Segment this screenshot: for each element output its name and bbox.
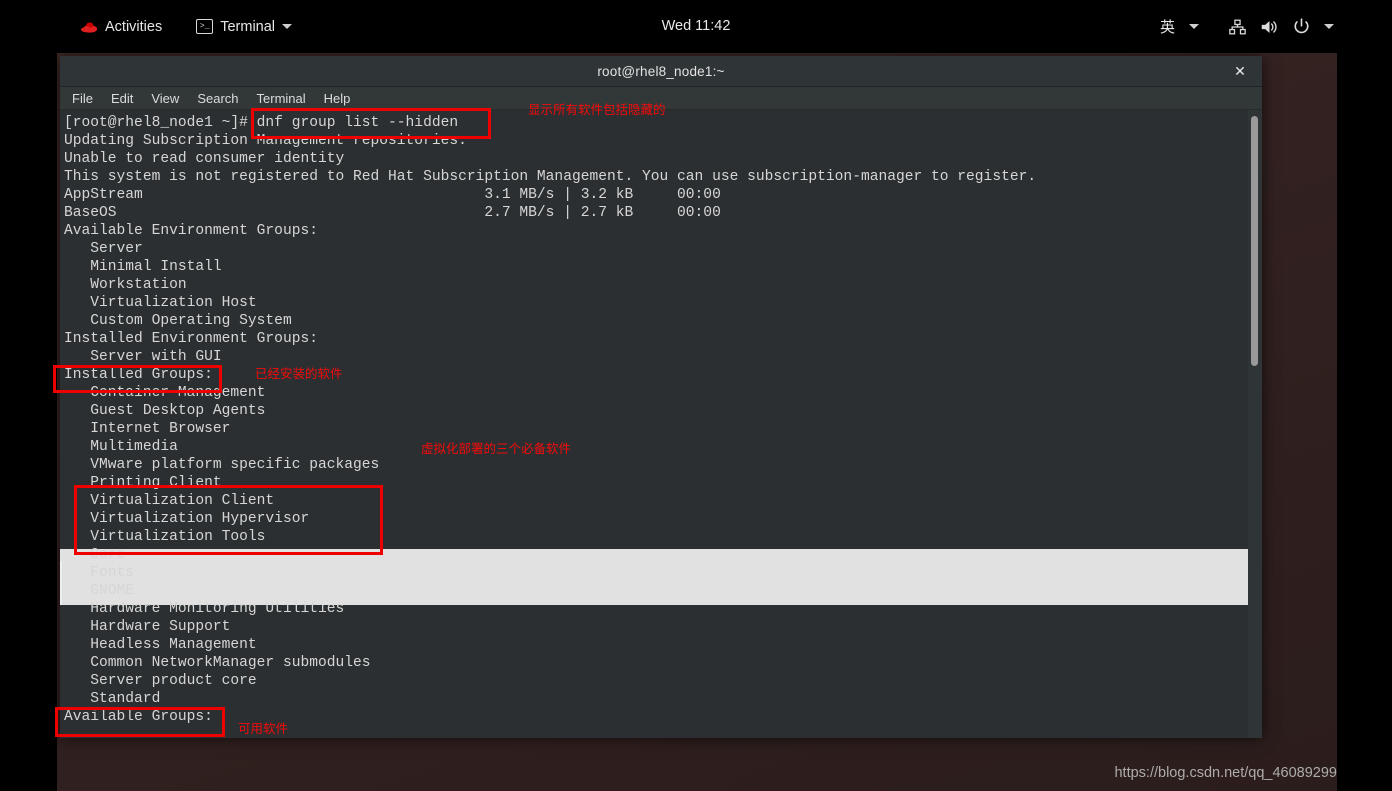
terminal-icon: >_ — [196, 19, 214, 34]
menu-search[interactable]: Search — [197, 91, 238, 106]
watermark: https://blog.csdn.net/qq_46089299 — [1114, 765, 1337, 781]
window-title: root@rhel8_node1:~ — [597, 63, 725, 79]
terminal-line: Server with GUI — [64, 349, 222, 365]
menu-view[interactable]: View — [151, 91, 179, 106]
annotation-note-command: 显示所有软件包括隐藏的 — [528, 102, 666, 117]
terminal-line: VMware platform specific packages — [64, 457, 380, 473]
terminal-scrollbar[interactable] — [1248, 110, 1262, 738]
redhat-logo-icon — [80, 20, 98, 34]
terminal-line: AppStream 3.1 MB/s | 3.2 kB 00:00 — [64, 187, 721, 203]
network-icon[interactable] — [1229, 19, 1246, 35]
app-menu-terminal[interactable]: >_ Terminal — [188, 16, 300, 38]
input-method-indicator[interactable]: 英 — [1160, 16, 1175, 37]
terminal-line: GNOME — [64, 583, 135, 599]
annotation-note-virtualization: 虚拟化部署的三个必备软件 — [421, 441, 572, 456]
terminal-line: Virtualization Host — [64, 295, 257, 311]
menu-terminal[interactable]: Terminal — [257, 91, 306, 106]
annotation-note-available: 可用软件 — [238, 721, 289, 736]
power-icon[interactable] — [1293, 18, 1310, 35]
terminal-line: Fonts — [64, 565, 135, 581]
terminal-line: Server product core — [64, 673, 257, 689]
terminal-line: Virtualization Hypervisor — [64, 511, 310, 527]
terminal-window: root@rhel8_node1:~ ✕ File Edit View Sear… — [60, 56, 1262, 738]
screen-left-letterbox — [0, 0, 57, 791]
gnome-top-bar: Activities >_ Terminal Wed 11:42 英 — [0, 0, 1392, 53]
terminal-line: BaseOS 2.7 MB/s | 2.7 kB 00:00 — [64, 205, 721, 221]
terminal-line: Hardware Support — [64, 619, 231, 635]
terminal-text: [root@rhel8_node1 ~]# dnf group list --h… — [60, 110, 1248, 738]
terminal-line: Guest Desktop Agents — [64, 403, 266, 419]
terminal-line: Minimal Install — [64, 259, 222, 275]
terminal-line: Virtualization Client — [64, 493, 275, 509]
window-titlebar[interactable]: root@rhel8_node1:~ ✕ — [60, 56, 1262, 87]
chevron-down-icon — [282, 24, 293, 29]
terminal-line: Multimedia — [64, 439, 178, 455]
terminal-line: Installed Groups: — [64, 367, 213, 383]
activities-label: Activities — [105, 18, 163, 35]
terminal-line: Unable to read consumer identity — [64, 151, 345, 167]
screen-right-letterbox — [1337, 0, 1392, 791]
terminal-line: Printing Client — [64, 475, 222, 491]
chevron-down-icon[interactable] — [1324, 24, 1334, 29]
terminal-line: Installed Environment Groups: — [64, 331, 318, 347]
terminal-line: Available Environment Groups: — [64, 223, 318, 239]
terminal-line: Headless Management — [64, 637, 257, 653]
terminal-output-area[interactable]: [root@rhel8_node1 ~]# dnf group list --h… — [60, 110, 1262, 738]
system-status-area[interactable]: 英 — [1160, 0, 1334, 53]
terminal-line: Server — [64, 241, 143, 257]
terminal-line: Core — [64, 547, 126, 563]
chevron-down-icon[interactable] — [1189, 24, 1199, 29]
close-icon[interactable]: ✕ — [1226, 56, 1254, 86]
menu-file[interactable]: File — [72, 91, 93, 106]
annotation-note-installed: 已经安装的软件 — [255, 366, 343, 381]
app-menu-label: Terminal — [220, 18, 276, 35]
terminal-line: Workstation — [64, 277, 187, 293]
terminal-line: Standard — [64, 691, 161, 707]
menu-edit[interactable]: Edit — [111, 91, 133, 106]
terminal-line: Internet Browser — [64, 421, 231, 437]
scrollbar-thumb[interactable] — [1251, 116, 1258, 366]
volume-icon[interactable] — [1260, 19, 1279, 35]
terminal-line: Hardware Monitoring Utilities — [64, 601, 345, 617]
activities-button[interactable]: Activities — [72, 16, 170, 38]
desktop: Activities >_ Terminal Wed 11:42 英 root@… — [0, 0, 1392, 791]
terminal-line: Container Management — [64, 385, 266, 401]
clock[interactable]: Wed 11:42 — [616, 18, 776, 34]
terminal-line: Custom Operating System — [64, 313, 292, 329]
terminal-line: Updating Subscription Management reposit… — [64, 133, 467, 149]
terminal-line: Common NetworkManager submodules — [64, 655, 371, 671]
menu-help[interactable]: Help — [324, 91, 351, 106]
terminal-line: Virtualization Tools — [64, 529, 266, 545]
terminal-line: This system is not registered to Red Hat… — [64, 169, 1037, 185]
